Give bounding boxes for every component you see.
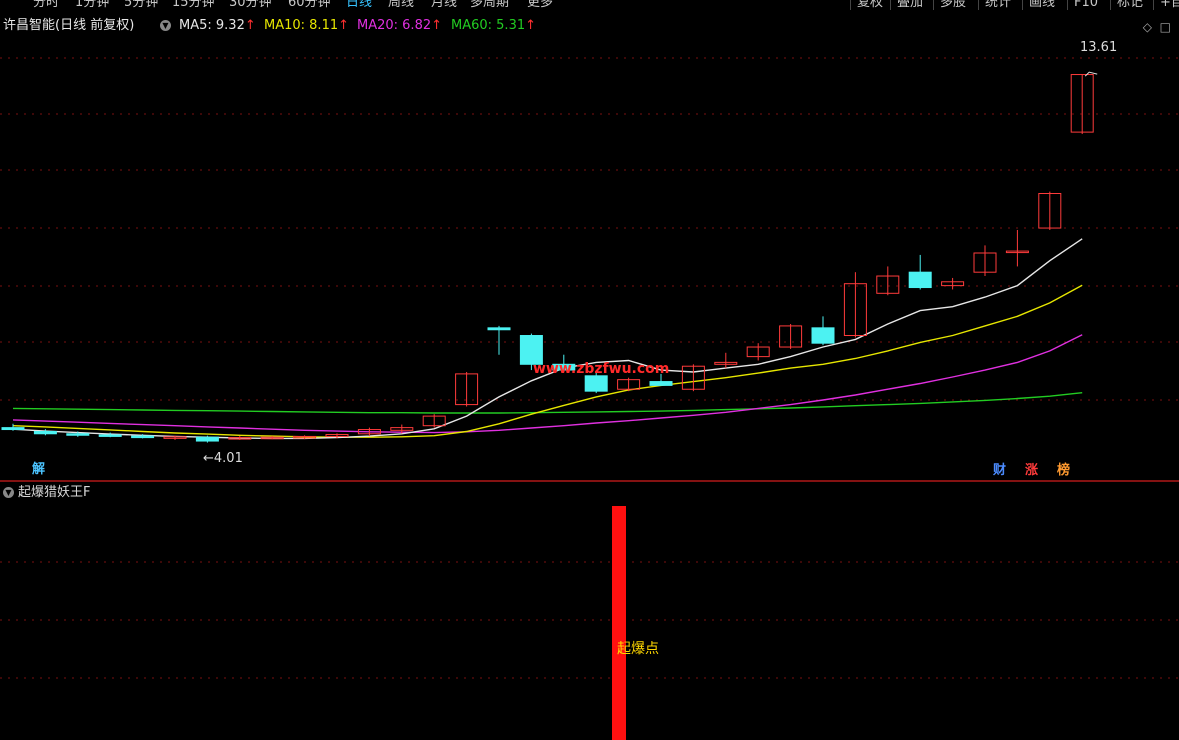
candle-body-3 [98, 434, 122, 437]
indicator-toggle-icon[interactable]: ▼ [3, 487, 14, 498]
signal-label: 起爆点 [617, 641, 659, 657]
finance-marker[interactable]: 财 [993, 463, 1006, 479]
board-marker[interactable]: 榜 [1057, 463, 1070, 479]
candle-body-0 [1, 427, 25, 431]
candle-body-16 [519, 335, 543, 365]
ma5-line [12, 238, 1083, 440]
candle-body-28 [908, 271, 932, 289]
signal-bar [612, 506, 626, 740]
price-high-label: 13.61 [1080, 40, 1118, 55]
candle-body-20 [649, 381, 673, 386]
candle-body-2 [66, 433, 90, 436]
unlock-marker[interactable]: 解 [32, 462, 45, 478]
limit-up-marker[interactable]: 涨 [1025, 463, 1038, 479]
candle-body-15 [487, 327, 511, 331]
candle-body-25 [811, 327, 835, 344]
ma20-line [12, 334, 1083, 434]
candle-body-4 [131, 435, 155, 439]
candle-body-18 [584, 375, 608, 392]
watermark-text: www.zbzfwu.com [533, 361, 670, 377]
candle-body-6 [195, 436, 219, 442]
candle-body-1 [33, 430, 57, 435]
price-low-label: ←4.01 [203, 451, 243, 466]
indicator-title[interactable]: ▼ 起爆猎妖王F [3, 484, 90, 502]
